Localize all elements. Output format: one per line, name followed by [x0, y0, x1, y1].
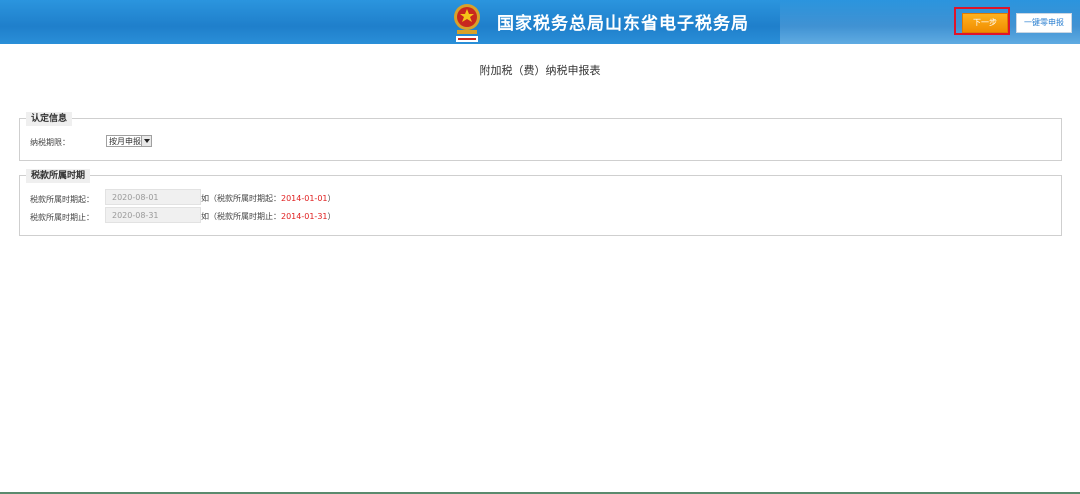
period-end-hint-prefix: 如（税款所属时期止： [201, 212, 281, 221]
period-end-field[interactable]: 2020-08-31 [105, 207, 201, 223]
recognition-info-section: 认定信息 纳税期限： 按月申报 [19, 112, 1062, 161]
chevron-down-icon[interactable] [141, 136, 151, 146]
period-start-field[interactable]: 2020-08-01 [105, 189, 201, 205]
tax-period-select-value: 按月申报 [109, 137, 141, 146]
tax-emblem-icon [454, 4, 480, 42]
period-start-hint-suffix: ） [327, 194, 336, 203]
recognition-info-legend: 认定信息 [26, 112, 73, 126]
period-start-hint-prefix: 如（税款所属时期起： [201, 194, 281, 203]
period-end-hint: 如（税款所属时期止：2014-01-31） [201, 211, 336, 222]
next-button-highlight [954, 7, 1010, 35]
site-title: 国家税务总局山东省电子税务局 [497, 14, 749, 34]
tax-period-select[interactable]: 按月申报 [106, 135, 152, 147]
tax-period-label: 纳税期限： [30, 138, 70, 147]
header-banner: 国家税务总局山东省电子税务局 下一步 一键零申报 [0, 0, 1080, 44]
one-click-zero-report-button[interactable]: 一键零申报 [1016, 13, 1072, 33]
page-title: 附加税（费）纳税申报表 [479, 64, 601, 77]
period-start-hint: 如（税款所属时期起：2014-01-01） [201, 193, 336, 204]
period-start-label: 税款所属时期起： [30, 195, 94, 204]
tax-period-legend: 税款所属时期 [26, 169, 91, 183]
period-end-hint-suffix: ） [327, 212, 336, 221]
period-start-hint-example: 2014-01-01 [281, 194, 328, 203]
period-end-hint-example: 2014-01-31 [281, 212, 328, 221]
period-end-label: 税款所属时期止： [30, 213, 94, 222]
tax-period-section: 税款所属时期 税款所属时期起： 2020-08-01 如（税款所属时期起：201… [19, 169, 1062, 236]
